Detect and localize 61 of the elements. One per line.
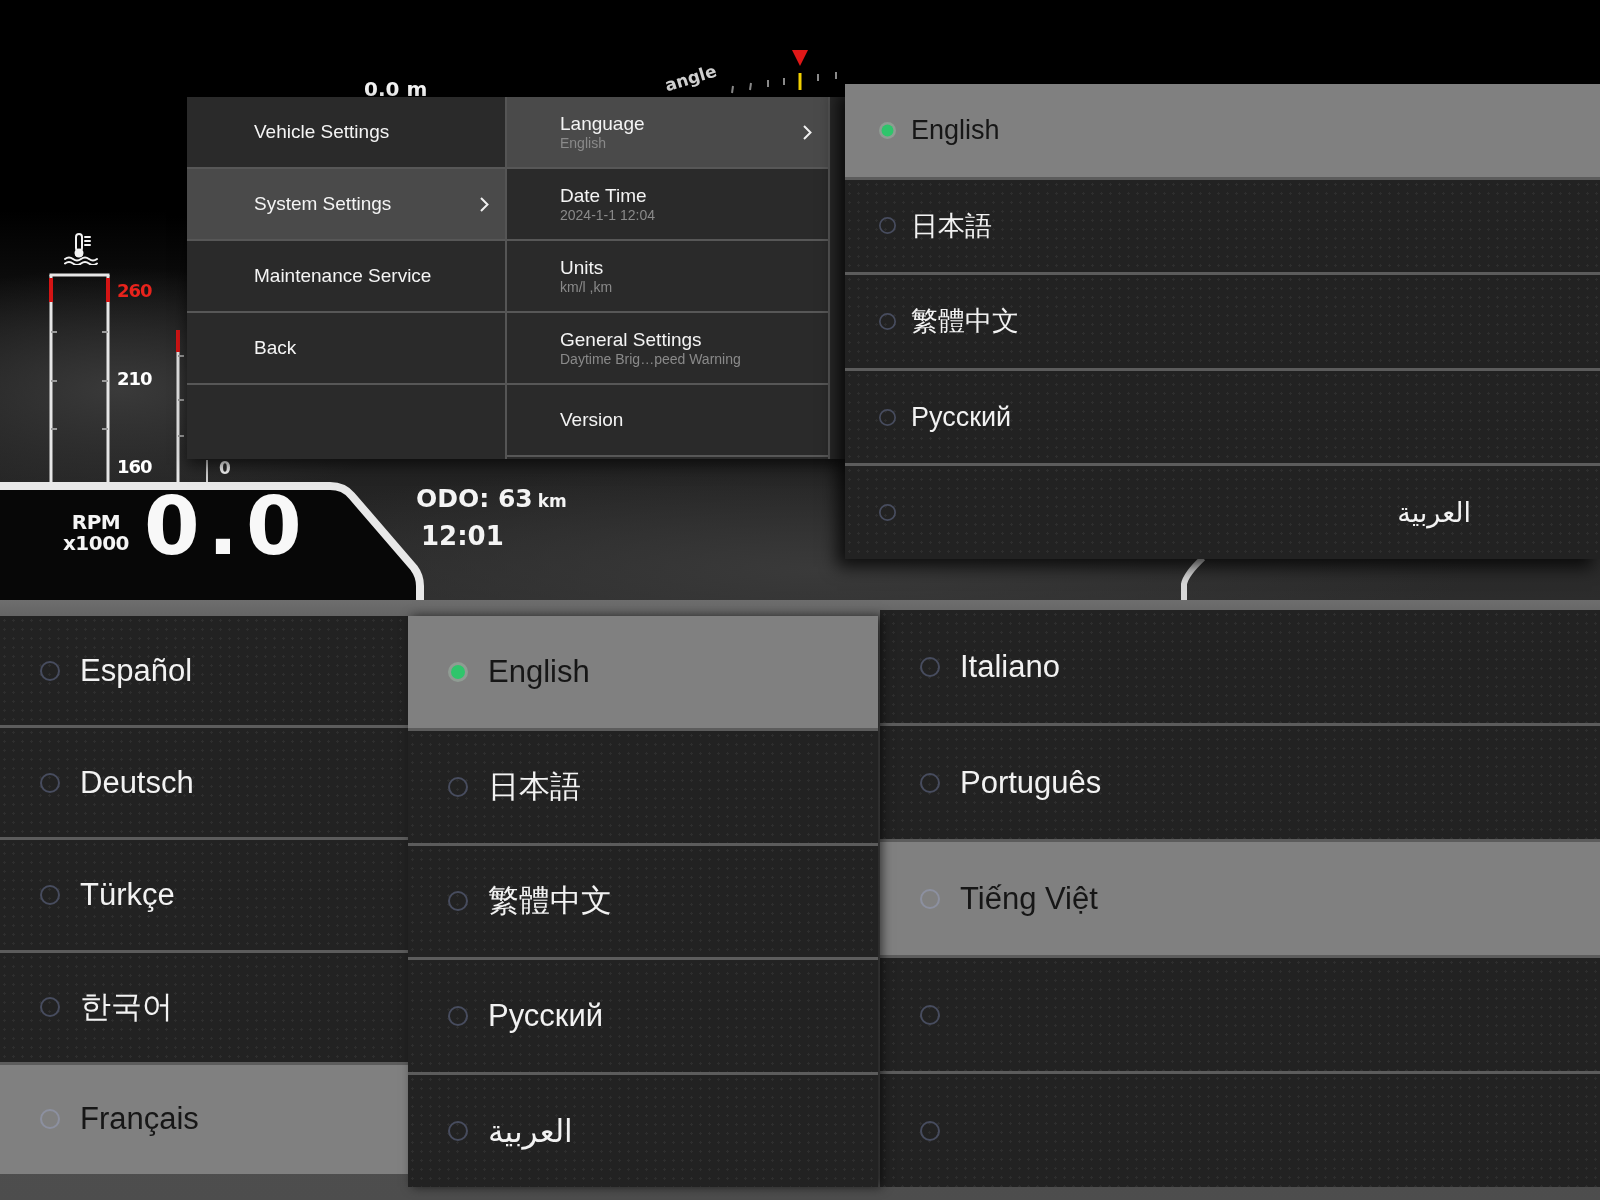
language-option[interactable]: Español	[0, 616, 408, 729]
odometer-unit: km	[537, 491, 567, 511]
language-option[interactable]: Français	[0, 1064, 408, 1174]
language-option[interactable]: Português	[880, 726, 1600, 842]
radio-button[interactable]	[448, 776, 468, 797]
radio-button[interactable]	[448, 1121, 468, 1142]
radio-button[interactable]	[448, 1006, 468, 1027]
pointer-icon	[792, 50, 808, 90]
radio-button[interactable]	[40, 1109, 60, 1130]
language-option[interactable]: 日本語	[845, 179, 1600, 276]
radio-button[interactable]	[40, 885, 60, 905]
scale-label: 0	[219, 458, 231, 478]
language-option[interactable]: العربية	[408, 1075, 878, 1187]
odometer-readout: ODO: 63	[416, 484, 533, 514]
rpm-readout: 0.0	[144, 482, 310, 572]
language-option[interactable]: Türkçe	[0, 840, 408, 953]
radio-button[interactable]	[920, 1120, 940, 1141]
scale-label: 260	[117, 281, 152, 301]
rpm-unit: x1000	[62, 533, 130, 554]
setting-value: 2024-1-1 12:04	[560, 207, 655, 223]
setting-value: Daytime Brig…peed Warning	[560, 351, 741, 367]
language-option[interactable]: English	[845, 84, 1600, 180]
radio-button[interactable]	[448, 661, 468, 682]
radio-button[interactable]	[920, 656, 940, 677]
language-option[interactable]: Italiano	[880, 610, 1600, 726]
language-option[interactable]	[880, 1074, 1600, 1187]
language-option[interactable]: 繁體中文	[408, 845, 878, 961]
radio-button[interactable]	[448, 891, 468, 912]
radio-button[interactable]	[879, 504, 896, 522]
radio-button[interactable]	[40, 997, 60, 1018]
radio-button[interactable]	[40, 660, 60, 681]
radio-button[interactable]	[920, 1004, 940, 1025]
language-option[interactable]: Tiếng Việt	[880, 842, 1600, 958]
language-option[interactable]: Русский	[845, 370, 1600, 467]
language-option[interactable]: Deutsch	[0, 728, 408, 841]
clock: 12:01	[421, 521, 504, 551]
language-option[interactable]	[880, 958, 1600, 1074]
angle-label: angle	[662, 60, 719, 96]
scale-label: 160	[117, 457, 152, 477]
radio-button[interactable]	[920, 888, 940, 909]
thermometer-icon	[64, 233, 98, 265]
radio-button[interactable]	[879, 408, 896, 426]
scale-label: 210	[117, 369, 152, 389]
menu-item[interactable]: Language English	[507, 97, 828, 169]
menu-item[interactable]: Back	[187, 313, 505, 385]
setting-value: km/l ,km	[560, 279, 613, 295]
language-option[interactable]: Русский	[408, 960, 878, 1076]
radio-button[interactable]	[879, 313, 896, 330]
radio-button[interactable]	[879, 121, 896, 139]
language-option[interactable]: العربية	[845, 466, 1600, 559]
radio-button[interactable]	[920, 772, 940, 793]
language-option[interactable]: English	[408, 616, 878, 731]
menu-item[interactable]: Maintenance Service	[187, 241, 505, 313]
language-option[interactable]: 繁體中文	[845, 275, 1600, 371]
rpm-label: RPM	[71, 512, 121, 533]
radio-button[interactable]	[879, 217, 896, 235]
setting-value: English	[560, 135, 607, 151]
menu-item[interactable]: Vehicle Settings	[187, 97, 505, 169]
language-option[interactable]: 日本語	[408, 730, 878, 846]
menu-item[interactable]: System Settings	[187, 169, 505, 241]
radio-button[interactable]	[40, 772, 60, 793]
